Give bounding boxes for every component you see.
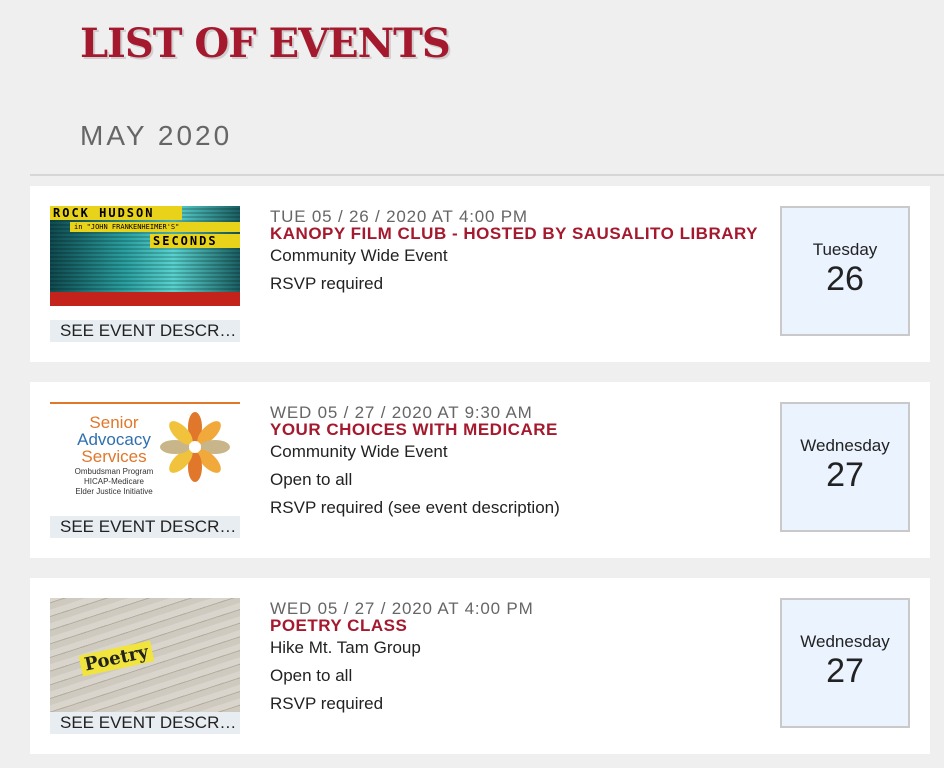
event-card: Senior Advocacy Services Ombudsman Progr… [30,382,930,558]
event-title-link[interactable]: KANOPY FILM CLUB - HOSTED BY SAUSALITO L… [270,225,770,242]
image-caption: Services [81,447,147,466]
image-caption: HICAP-Medicare [83,477,144,486]
calendar-day-number: 26 [826,260,864,298]
image-caption: Ombudsman Program [74,467,154,476]
calendar-weekday: Wednesday [800,436,890,455]
calendar-date-box: Wednesday 27 [780,598,910,728]
calendar-day-number: 27 [826,456,864,494]
image-texture [50,206,240,306]
event-detail: RSVP required [270,694,384,713]
image-caption: Advocacy [77,430,151,449]
event-card: Poetry SEE EVENT DESCRIPTION WED 05 / 27… [30,578,930,754]
event-info: TUE 05 / 26 / 2020 AT 4:00 PM KANOPY FIL… [270,208,770,294]
divider [30,174,944,176]
calendar-weekday: Wednesday [800,632,890,651]
event-detail: Open to all [270,470,353,489]
event-image[interactable]: Poetry [50,598,240,712]
event-card: ROCK HUDSON in "JOHN FRANKENHEIMER'S" SE… [30,186,930,362]
image-caption: in "JOHN FRANKENHEIMER'S" [70,222,240,232]
calendar-weekday: Tuesday [812,240,878,259]
event-detail: RSVP required [270,274,384,293]
event-detail: Open to all [270,666,353,685]
image-caption: Elder Justice Initiative [75,487,153,496]
image-caption: SECONDS [150,234,240,248]
event-title-link[interactable]: POETRY CLASS [270,617,770,634]
see-event-description-button[interactable]: SEE EVENT DESCRIPTION [50,320,240,342]
image-caption: Senior [89,413,139,432]
calendar-date-box: Wednesday 27 [780,402,910,532]
image-strip [50,292,240,306]
image-caption: ROCK HUDSON [50,206,182,220]
see-event-description-button[interactable]: SEE EVENT DESCRIPTION [50,712,240,734]
flower-logo-icon [160,412,230,482]
event-image[interactable]: ROCK HUDSON in "JOHN FRANKENHEIMER'S" SE… [50,206,240,306]
event-detail: Community Wide Event [270,442,448,461]
month-heading: MAY 2020 [80,120,233,151]
event-detail: Community Wide Event [270,246,448,265]
page-title: LIST OF EVENTS [80,20,451,67]
calendar-date-box: Tuesday 26 [780,206,910,336]
event-title-link[interactable]: YOUR CHOICES WITH MEDICARE [270,421,770,438]
image-logo-text: Senior Advocacy Services Ombudsman Progr… [64,414,164,497]
event-info: WED 05 / 27 / 2020 AT 4:00 PM POETRY CLA… [270,600,770,714]
event-detail: RSVP required (see event description) [270,498,560,517]
event-info: WED 05 / 27 / 2020 AT 9:30 AM YOUR CHOIC… [270,404,770,518]
event-image[interactable]: Senior Advocacy Services Ombudsman Progr… [50,402,240,502]
calendar-day-number: 27 [826,652,864,690]
event-detail: Hike Mt. Tam Group [270,638,421,657]
see-event-description-button[interactable]: SEE EVENT DESCRIPTION [50,516,240,538]
